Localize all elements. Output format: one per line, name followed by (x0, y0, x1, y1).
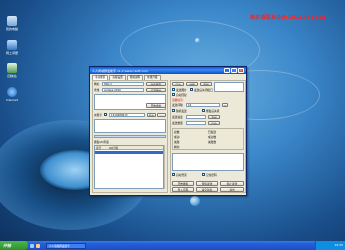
stat-total: 总数: (174, 130, 181, 134)
stat-success: 成功: (174, 135, 181, 139)
auto-reply-checkbox[interactable] (172, 93, 175, 96)
window-titlebar[interactable]: 人人商城群发助手 v1.0 www.rrsoft.com _ □ × (90, 67, 246, 74)
desktop-icon-label: Internet (6, 98, 18, 102)
list-header-index[interactable]: 序号 (95, 146, 109, 150)
list-header-row: 序号 QQ号码 (95, 146, 163, 150)
shutdown-label: 群发后关机 (206, 109, 220, 113)
internet-explorer-icon (7, 87, 17, 97)
ie-desktop-icon[interactable]: Internet (2, 87, 22, 102)
minimize-button[interactable]: _ (224, 68, 230, 73)
random-send-checkbox[interactable] (172, 109, 175, 112)
auto-login-checkbox[interactable] (172, 173, 175, 176)
import-button[interactable]: 导入号码 (172, 187, 194, 192)
interval-input[interactable]: 10 (186, 103, 220, 107)
stat-remaining: 剩余: (174, 145, 181, 149)
keyword-input[interactable]: 1310483613 (109, 113, 145, 117)
mycomputer-desktop-icon[interactable]: 我的电脑 (2, 16, 22, 31)
keyword-result-area[interactable] (94, 119, 166, 133)
computer-icon (7, 16, 17, 26)
stat-fail: 失败: (174, 140, 181, 144)
clock[interactable]: 19:35 (334, 243, 343, 247)
list-header-qq[interactable]: QQ号码 (109, 146, 163, 150)
close-window-checkbox[interactable] (190, 88, 193, 91)
url-input[interactable]: http:// (102, 82, 144, 86)
progress-bar (94, 135, 166, 138)
maximize-button[interactable]: □ (231, 68, 237, 73)
find-label: 查找 (94, 88, 100, 92)
add-button[interactable]: 添加 (200, 82, 212, 86)
keyword-label: 关键字 (94, 113, 103, 117)
exit-button[interactable]: 退出 (220, 187, 244, 192)
desktop-icon-label: 回收站 (7, 74, 17, 78)
go-button[interactable]: › (157, 113, 166, 117)
auto-reply-label: 自动回复 (176, 93, 187, 97)
count-input[interactable] (186, 121, 206, 125)
speed-label: 发送速度 (172, 115, 183, 119)
shutdown-checkbox[interactable] (202, 109, 205, 112)
browse-button[interactable]: 浏览网页 (146, 82, 166, 86)
network-icon (7, 40, 17, 50)
pause-send-button[interactable]: 暂停发送 (196, 181, 218, 186)
search-button[interactable]: 开始搜索 (146, 103, 166, 108)
count-apply-button[interactable]: 自动 (208, 121, 220, 125)
send-image-checkbox[interactable] (172, 88, 175, 91)
avatar-preview (214, 82, 244, 92)
stat-sent-label: 已发送 (208, 130, 217, 134)
system-tray: 19:35 (315, 241, 345, 250)
droplet-graphic (190, 196, 200, 206)
start-send-button[interactable]: 开始群发 (172, 181, 194, 186)
stop-send-button[interactable]: 停止发送 (220, 181, 244, 186)
keyword-checkbox[interactable] (104, 113, 107, 116)
send-image-label: 发送图片 (176, 88, 187, 92)
qq-list[interactable]: 序号 QQ号码 (94, 145, 164, 189)
contact-banner: 购买请联系QQ:1016983818 (250, 15, 326, 21)
auto-login-label: 自动登录 (176, 173, 187, 177)
clear-list-button[interactable]: 清空列表 (196, 187, 218, 192)
interval-dropdown[interactable]: ▾ (222, 103, 228, 107)
speed-apply-button[interactable]: 添加 (208, 115, 220, 119)
stat-ok-label: 成功数 (208, 135, 217, 139)
remember-label: 记住密码 (206, 173, 217, 177)
app-window: 人人商城群发助手 v1.0 www.rrsoft.com _ □ × 主功能区 … (89, 66, 247, 196)
stat-err-label: 失败数 (208, 140, 217, 144)
recycle-bin-icon (7, 63, 17, 73)
droplet-graphic (195, 38, 200, 43)
folder-quicklaunch-icon[interactable] (36, 243, 40, 248)
taskbar-app-button[interactable]: 人人商城群发助手 (46, 242, 86, 249)
close-window-label: 发送后关闭窗口 (194, 88, 213, 92)
find-input[interactable]: Acdsee 2010 (102, 88, 144, 92)
speed-input[interactable] (186, 115, 206, 119)
network-desktop-icon[interactable]: 网上邻居 (2, 40, 22, 55)
close-button[interactable]: × (238, 68, 244, 73)
window-title: 人人商城群发助手 v1.0 www.rrsoft.com (92, 68, 148, 73)
taskbar: 开始 人人商城群发助手 19:35 (0, 241, 345, 250)
ie-quicklaunch-icon[interactable] (30, 243, 34, 248)
stop-button[interactable]: 停止 (147, 113, 156, 117)
auto-button[interactable]: 自动 (172, 82, 184, 86)
count-label: 发送数量 (172, 121, 183, 125)
remember-checkbox[interactable] (202, 173, 205, 176)
recycle-desktop-icon[interactable]: 回收站 (2, 63, 22, 78)
start-button[interactable]: 开始 (0, 241, 28, 250)
url-label: 网址 (94, 82, 100, 86)
open-url-button[interactable]: 打开网址 (146, 88, 166, 92)
random-send-label: 随机发送 (176, 109, 187, 113)
list-scrollbar[interactable] (164, 145, 167, 189)
list-title: 群发QQ列表 (94, 140, 109, 144)
desktop-icon-label: 网上邻居 (5, 51, 18, 55)
arrow-right-icon: › (160, 114, 163, 117)
hint-label: 温馨提示: (172, 98, 184, 102)
message-textarea[interactable] (172, 153, 244, 171)
chevron-down-icon: ▾ (224, 104, 226, 107)
list-row-selected[interactable] (95, 151, 163, 154)
desktop-icon-label: 我的电脑 (5, 27, 18, 31)
interval-label: 发送间隔 (172, 103, 183, 107)
group-button[interactable]: 分组 (186, 82, 198, 86)
